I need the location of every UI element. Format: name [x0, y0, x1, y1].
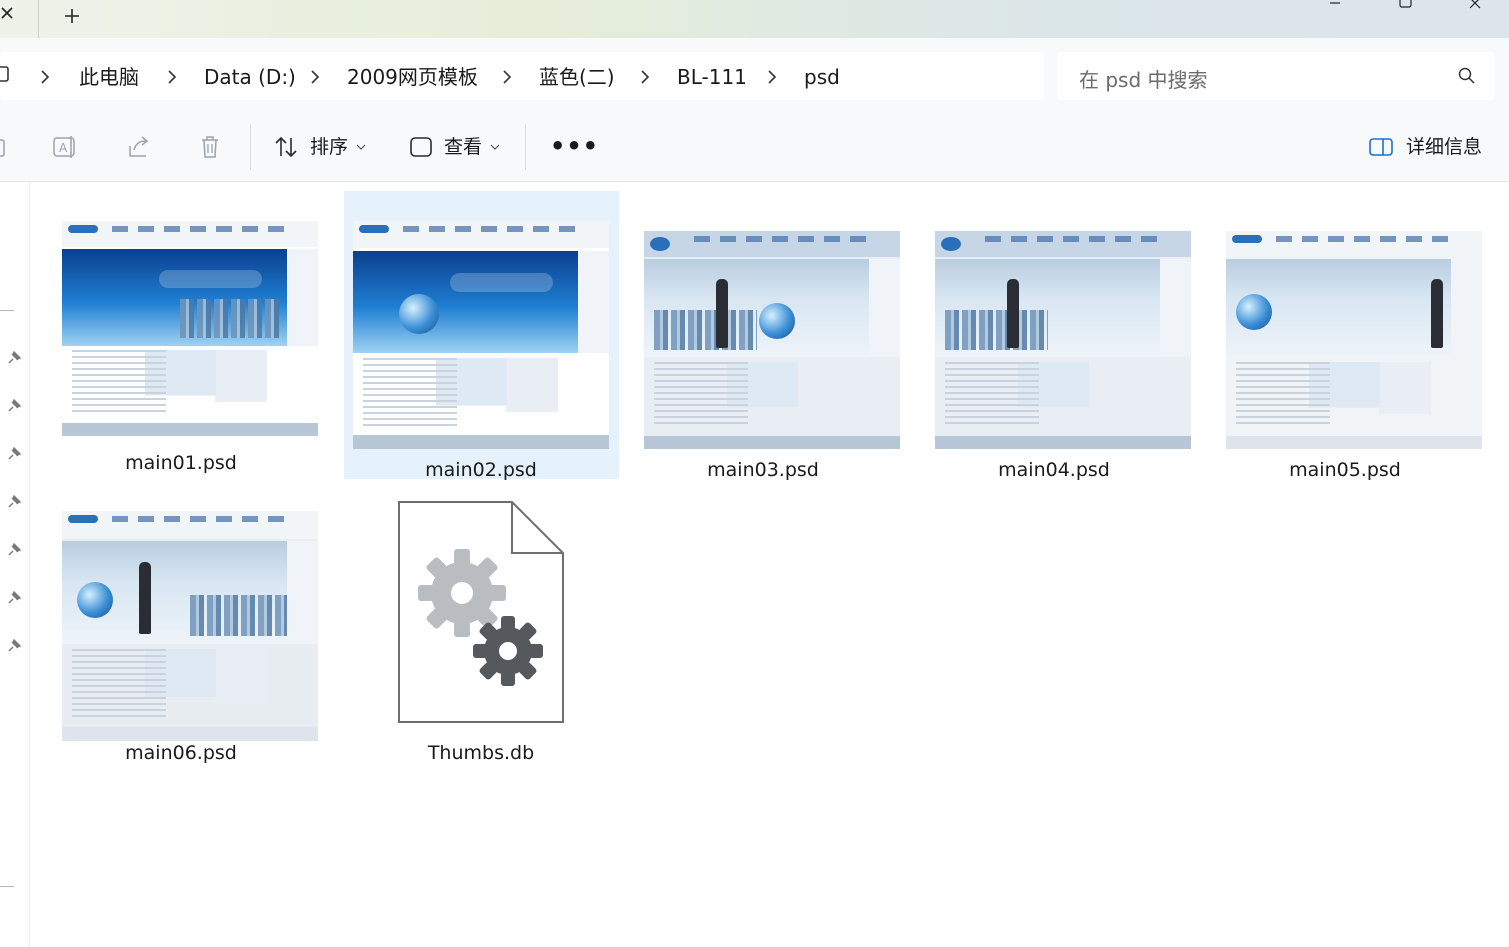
chevron-right-icon[interactable] [767, 69, 777, 85]
file-tile[interactable]: main03.psd [626, 191, 900, 481]
view-button[interactable]: 查看 [444, 135, 482, 159]
minimize-icon[interactable] [1312, 0, 1358, 14]
pin-icon[interactable] [6, 542, 22, 558]
file-tile[interactable]: main06.psd [44, 481, 318, 769]
share-icon[interactable] [126, 134, 152, 160]
pin-icon[interactable] [6, 590, 22, 606]
file-tile-selected[interactable]: main02.psd [344, 191, 619, 481]
crumb-blue-2[interactable]: 蓝色(二) [539, 64, 615, 90]
chevron-right-icon[interactable] [502, 69, 512, 85]
chevron-down-icon[interactable] [490, 144, 500, 150]
command-separator [525, 124, 526, 170]
chevron-right-icon[interactable] [40, 69, 50, 85]
tab-strip [0, 0, 1509, 38]
address-row: 此电脑 Data (D:) 2009网页模板 蓝色(二) BL-111 psd … [0, 38, 1509, 110]
view-icon[interactable] [408, 134, 434, 160]
nav-divider [0, 310, 14, 311]
pin-icon[interactable] [6, 446, 22, 462]
file-tile[interactable]: main04.psd [917, 191, 1191, 481]
window-close-icon[interactable] [1452, 0, 1498, 14]
sort-button[interactable]: 排序 [310, 135, 348, 159]
copy-icon[interactable] [0, 134, 12, 160]
svg-text:A: A [59, 141, 68, 155]
file-tile[interactable]: Thumbs.db [344, 481, 618, 769]
file-name: main06.psd [125, 742, 237, 764]
file-name: main05.psd [1289, 459, 1401, 481]
command-bar: A 排序 查看 ••• 详细信息 [0, 110, 1509, 182]
more-options-button[interactable]: ••• [550, 132, 599, 160]
tab-edge [38, 0, 39, 38]
pin-icon[interactable] [6, 638, 22, 654]
crumb-bl-111[interactable]: BL-111 [677, 64, 747, 90]
computer-icon [0, 66, 9, 82]
file-thumbnail [1226, 231, 1482, 449]
file-name: Thumbs.db [427, 742, 535, 764]
crumb-drive-d[interactable]: Data (D:) [204, 64, 296, 90]
file-thumbnail [62, 511, 318, 741]
sort-icon[interactable] [273, 134, 299, 160]
file-view: main01.psd main02.psd main03.psd main04.… [31, 183, 1509, 947]
command-separator [250, 124, 251, 170]
search-input[interactable]: 在 psd 中搜索 [1057, 52, 1495, 100]
chevron-down-icon[interactable] [356, 144, 366, 150]
details-pane-icon[interactable] [1368, 134, 1394, 160]
chevron-right-icon[interactable] [310, 69, 320, 85]
close-tab-icon[interactable] [0, 4, 22, 26]
file-thumbnail [935, 231, 1191, 449]
maximize-icon[interactable] [1382, 0, 1428, 14]
file-tile[interactable]: main01.psd [44, 191, 318, 479]
file-name: main03.psd [707, 459, 819, 481]
search-placeholder: 在 psd 中搜索 [1079, 68, 1208, 92]
file-thumbnail [353, 221, 609, 449]
file-thumbnail [644, 231, 900, 449]
file-tile[interactable]: main05.psd [1208, 191, 1482, 481]
pin-icon[interactable] [6, 398, 22, 414]
file-name: main01.psd [125, 452, 237, 474]
chevron-right-icon[interactable] [640, 69, 650, 85]
file-thumbnail [62, 221, 318, 436]
crumb-this-pc[interactable]: 此电脑 [79, 64, 139, 90]
crumb-templates-2009[interactable]: 2009网页模板 [347, 64, 478, 90]
chevron-right-icon[interactable] [167, 69, 177, 85]
nav-divider [0, 886, 14, 887]
system-file-icon [398, 501, 564, 723]
delete-icon[interactable] [197, 134, 223, 160]
rename-icon[interactable]: A [52, 134, 78, 160]
pin-icon[interactable] [6, 350, 22, 366]
pin-icon[interactable] [6, 494, 22, 510]
crumb-psd[interactable]: psd [804, 64, 840, 90]
breadcrumb[interactable]: 此电脑 Data (D:) 2009网页模板 蓝色(二) BL-111 psd [0, 52, 1044, 100]
details-button[interactable]: 详细信息 [1406, 135, 1482, 159]
file-name: main04.psd [998, 459, 1110, 481]
file-name: main02.psd [425, 459, 537, 481]
new-tab-icon[interactable] [60, 4, 84, 28]
search-icon[interactable] [1457, 66, 1477, 86]
navigation-pane [0, 182, 30, 947]
